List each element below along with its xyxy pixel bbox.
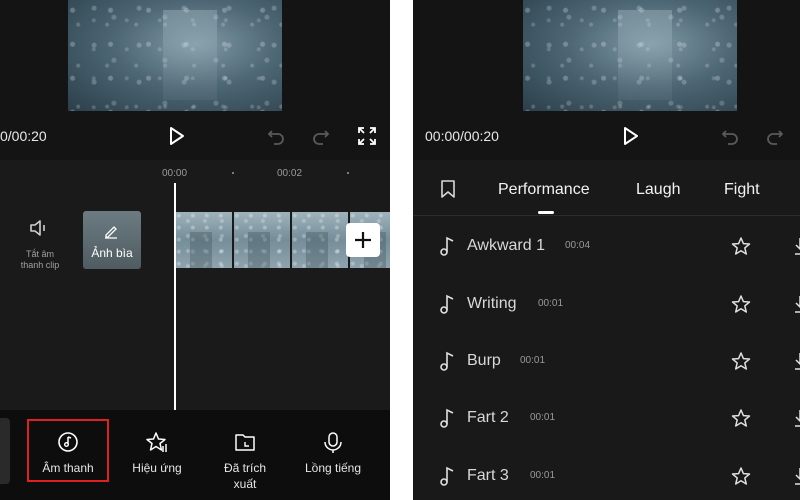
music-note-icon <box>440 466 454 486</box>
bookmark-icon[interactable] <box>440 179 456 199</box>
music-note-icon <box>440 408 454 428</box>
sound-name: Fart 2 <box>467 409 509 426</box>
music-note-icon <box>440 351 454 371</box>
ruler-label: 00:00 <box>162 168 188 179</box>
video-preview[interactable] <box>523 0 737 111</box>
download-icon[interactable] <box>793 351 800 371</box>
download-icon[interactable] <box>793 408 800 428</box>
sound-duration: 00:01 <box>538 298 564 309</box>
list-item[interactable]: Fart 2 00:01 <box>413 398 800 438</box>
tool-audio[interactable]: Âm thanh <box>27 419 109 482</box>
cover-button[interactable]: Ảnh bìa <box>83 211 141 269</box>
star-icon[interactable] <box>731 466 751 486</box>
sound-duration: 00:01 <box>520 355 546 366</box>
tool-voiceover[interactable]: Lồng tiếng <box>297 419 369 482</box>
sound-duration: 00:01 <box>530 412 556 423</box>
pencil-icon <box>105 226 117 239</box>
sound-name: Awkward 1 <box>467 237 545 254</box>
playhead[interactable] <box>174 183 176 410</box>
undo-icon[interactable] <box>266 126 286 146</box>
left-screen: 0/00:20 00:00 00:02 Tắt âm thanh clip Ản… <box>0 0 390 500</box>
active-tab-indicator <box>538 211 554 214</box>
tab-performance[interactable]: Performance <box>498 181 590 199</box>
timecode: 0/00:20 <box>0 128 47 144</box>
tool-effects-label: Hiệu ứng <box>132 461 182 475</box>
tool-extracted-label: Đã trích xuất <box>223 461 266 491</box>
download-icon[interactable] <box>793 294 800 314</box>
list-item[interactable]: Fart 3 00:01 <box>413 456 800 496</box>
list-item[interactable]: Burp 00:01 <box>413 341 800 381</box>
music-note-icon <box>440 294 454 314</box>
tool-extracted[interactable]: Đã trích xuất <box>210 419 280 491</box>
sound-name: Fart 3 <box>467 467 509 484</box>
download-icon[interactable] <box>793 236 800 256</box>
star-icon[interactable] <box>731 294 751 314</box>
cover-label: Ảnh bìa <box>91 246 133 260</box>
right-screen: 00:00/00:20 Performance Laugh Fight Awkw… <box>413 0 800 500</box>
ruler-label: 00:02 <box>277 168 303 179</box>
sound-name: Writing <box>467 295 517 312</box>
timecode: 00:00/00:20 <box>425 128 499 144</box>
star-icon[interactable] <box>731 236 751 256</box>
star-icon[interactable] <box>731 408 751 428</box>
microphone-icon <box>324 432 342 453</box>
sound-name: Burp <box>467 352 501 369</box>
tool-effects[interactable]: Hiệu ứng <box>122 419 192 482</box>
plus-icon <box>355 232 371 248</box>
play-icon[interactable] <box>620 126 640 146</box>
fullscreen-icon[interactable] <box>357 126 377 146</box>
folder-extract-icon <box>235 434 255 451</box>
music-note-icon <box>440 236 454 256</box>
redo-icon[interactable] <box>311 126 331 146</box>
star-icon[interactable] <box>731 351 751 371</box>
speaker-icon[interactable] <box>28 218 50 238</box>
timeline <box>0 160 390 410</box>
play-icon[interactable] <box>166 126 186 146</box>
list-item[interactable]: Awkward 1 00:04 <box>413 226 800 266</box>
download-icon[interactable] <box>793 466 800 486</box>
mute-clip-label[interactable]: Tắt âm thanh clip <box>10 249 70 271</box>
tool-voiceover-label: Lồng tiếng <box>304 461 362 475</box>
tool-audio-label: Âm thanh <box>42 461 94 475</box>
tab-fight[interactable]: Fight <box>724 181 760 199</box>
star-effects-icon <box>146 432 167 452</box>
sound-duration: 00:04 <box>565 240 591 251</box>
redo-icon[interactable] <box>765 126 785 146</box>
sound-duration: 00:01 <box>530 470 556 481</box>
music-disc-icon <box>58 432 78 452</box>
add-clip-button[interactable] <box>346 223 380 257</box>
video-preview[interactable] <box>68 0 282 111</box>
undo-icon[interactable] <box>720 126 740 146</box>
list-item[interactable]: Writing 00:01 <box>413 284 800 324</box>
sound-effects-panel <box>413 160 800 500</box>
tab-laugh[interactable]: Laugh <box>636 181 681 199</box>
